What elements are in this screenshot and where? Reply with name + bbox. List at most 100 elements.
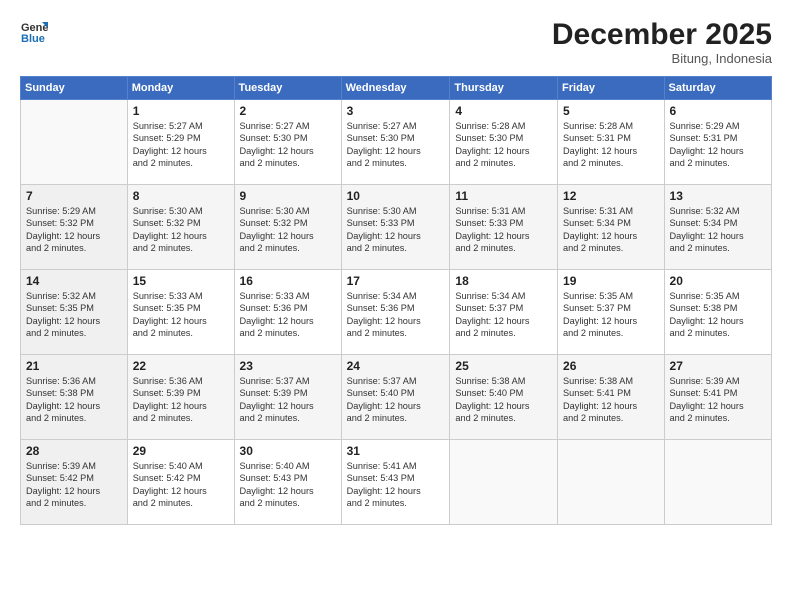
svg-text:Blue: Blue <box>21 33 45 45</box>
day-info: Sunrise: 5:31 AMSunset: 5:33 PMDaylight:… <box>455 205 552 255</box>
day-info: Sunrise: 5:32 AMSunset: 5:34 PMDaylight:… <box>670 205 766 255</box>
calendar-cell: 4 Sunrise: 5:28 AMSunset: 5:30 PMDaylight… <box>450 100 558 185</box>
calendar-table: SundayMondayTuesdayWednesdayThursdayFrid… <box>20 76 772 525</box>
calendar-cell: 10 Sunrise: 5:30 AMSunset: 5:33 PMDayligh… <box>341 185 450 270</box>
calendar-cell <box>450 440 558 525</box>
calendar-cell: 3Sunrise: 5:27 AMSunset: 5:30 PMDaylight… <box>341 100 450 185</box>
day-number: 31 <box>347 444 445 458</box>
calendar-cell: 26Sunrise: 5:38 AMSunset: 5:41 PMDayligh… <box>558 355 664 440</box>
day-number: 4 <box>455 104 552 118</box>
day-info: Sunrise: 5:36 AMSunset: 5:38 PMDaylight:… <box>26 375 122 425</box>
day-number: 15 <box>133 274 229 288</box>
calendar-cell: 23 Sunrise: 5:37 AMSunset: 5:39 PMDayligh… <box>234 355 341 440</box>
day-info: Sunrise: 5:27 AMSunset: 5:30 PMDaylight:… <box>347 120 445 170</box>
day-info: Sunrise: 5:30 AMSunset: 5:32 PMDaylight:… <box>240 205 336 255</box>
day-number: 30 <box>240 444 336 458</box>
weekday-header-monday: Monday <box>127 77 234 100</box>
calendar-cell: 17 Sunrise: 5:34 AMSunset: 5:36 PMDayligh… <box>341 270 450 355</box>
calendar-week-2: 7Sunrise: 5:29 AMSunset: 5:32 PMDaylight… <box>21 185 772 270</box>
logo-icon: General Blue <box>20 18 48 46</box>
day-info: Sunrise: 5:31 AMSunset: 5:34 PMDaylight:… <box>563 205 658 255</box>
day-info: Sunrise: 5:40 AMSunset: 5:42 PMDaylight:… <box>133 460 229 510</box>
calendar-cell: 31 Sunrise: 5:41 AMSunset: 5:43 PMDayligh… <box>341 440 450 525</box>
day-number: 11 <box>455 189 552 203</box>
calendar-cell <box>558 440 664 525</box>
weekday-header-row: SundayMondayTuesdayWednesdayThursdayFrid… <box>21 77 772 100</box>
month-title: December 2025 <box>552 18 772 51</box>
day-info: Sunrise: 5:37 AMSunset: 5:39 PMDaylight:… <box>240 375 336 425</box>
calendar-cell: 27 Sunrise: 5:39 AMSunset: 5:41 PMDayligh… <box>664 355 771 440</box>
day-info: Sunrise: 5:38 AMSunset: 5:41 PMDaylight:… <box>563 375 658 425</box>
calendar-cell <box>21 100 128 185</box>
calendar-cell: 1 Sunrise: 5:27 AMSunset: 5:29 PMDaylight… <box>127 100 234 185</box>
day-info: Sunrise: 5:27 AMSunset: 5:29 PMDaylight:… <box>133 120 229 170</box>
calendar-cell: 18 Sunrise: 5:34 AMSunset: 5:37 PMDayligh… <box>450 270 558 355</box>
day-info: Sunrise: 5:41 AMSunset: 5:43 PMDaylight:… <box>347 460 445 510</box>
day-number: 27 <box>670 359 766 373</box>
calendar-cell: 29 Sunrise: 5:40 AMSunset: 5:42 PMDayligh… <box>127 440 234 525</box>
calendar-cell: 28Sunrise: 5:39 AMSunset: 5:42 PMDayligh… <box>21 440 128 525</box>
day-number: 16 <box>240 274 336 288</box>
day-info: Sunrise: 5:35 AMSunset: 5:38 PMDaylight:… <box>670 290 766 340</box>
calendar-cell: 11 Sunrise: 5:31 AMSunset: 5:33 PMDayligh… <box>450 185 558 270</box>
page-header: General Blue December 2025 Bitung, Indon… <box>20 18 772 66</box>
day-number: 25 <box>455 359 552 373</box>
day-info: Sunrise: 5:33 AMSunset: 5:35 PMDaylight:… <box>133 290 229 340</box>
day-info: Sunrise: 5:37 AMSunset: 5:40 PMDaylight:… <box>347 375 445 425</box>
day-info: Sunrise: 5:39 AMSunset: 5:41 PMDaylight:… <box>670 375 766 425</box>
calendar-cell: 20 Sunrise: 5:35 AMSunset: 5:38 PMDayligh… <box>664 270 771 355</box>
calendar-cell: 24 Sunrise: 5:37 AMSunset: 5:40 PMDayligh… <box>341 355 450 440</box>
day-number: 10 <box>347 189 445 203</box>
day-info: Sunrise: 5:40 AMSunset: 5:43 PMDaylight:… <box>240 460 336 510</box>
calendar-cell: 8 Sunrise: 5:30 AMSunset: 5:32 PMDaylight… <box>127 185 234 270</box>
day-number: 18 <box>455 274 552 288</box>
day-info: Sunrise: 5:33 AMSunset: 5:36 PMDaylight:… <box>240 290 336 340</box>
weekday-header-tuesday: Tuesday <box>234 77 341 100</box>
weekday-header-sunday: Sunday <box>21 77 128 100</box>
weekday-header-saturday: Saturday <box>664 77 771 100</box>
day-number: 22 <box>133 359 229 373</box>
weekday-header-friday: Friday <box>558 77 664 100</box>
day-info: Sunrise: 5:28 AMSunset: 5:31 PMDaylight:… <box>563 120 658 170</box>
weekday-header-thursday: Thursday <box>450 77 558 100</box>
day-number: 24 <box>347 359 445 373</box>
day-number: 13 <box>670 189 766 203</box>
day-number: 29 <box>133 444 229 458</box>
day-info: Sunrise: 5:30 AMSunset: 5:33 PMDaylight:… <box>347 205 445 255</box>
day-number: 9 <box>240 189 336 203</box>
day-number: 19 <box>563 274 658 288</box>
weekday-header-wednesday: Wednesday <box>341 77 450 100</box>
day-number: 8 <box>133 189 229 203</box>
calendar-cell: 16 Sunrise: 5:33 AMSunset: 5:36 PMDayligh… <box>234 270 341 355</box>
day-info: Sunrise: 5:35 AMSunset: 5:37 PMDaylight:… <box>563 290 658 340</box>
day-info: Sunrise: 5:36 AMSunset: 5:39 PMDaylight:… <box>133 375 229 425</box>
day-info: Sunrise: 5:38 AMSunset: 5:40 PMDaylight:… <box>455 375 552 425</box>
day-number: 6 <box>670 104 766 118</box>
calendar-cell <box>664 440 771 525</box>
calendar-week-3: 14Sunrise: 5:32 AMSunset: 5:35 PMDayligh… <box>21 270 772 355</box>
day-info: Sunrise: 5:34 AMSunset: 5:37 PMDaylight:… <box>455 290 552 340</box>
day-info: Sunrise: 5:39 AMSunset: 5:42 PMDaylight:… <box>26 460 122 510</box>
day-number: 17 <box>347 274 445 288</box>
day-number: 12 <box>563 189 658 203</box>
calendar-cell: 6Sunrise: 5:29 AMSunset: 5:31 PMDaylight… <box>664 100 771 185</box>
day-info: Sunrise: 5:28 AMSunset: 5:30 PMDaylight:… <box>455 120 552 170</box>
calendar-cell: 12 Sunrise: 5:31 AMSunset: 5:34 PMDayligh… <box>558 185 664 270</box>
day-number: 1 <box>133 104 229 118</box>
day-info: Sunrise: 5:27 AMSunset: 5:30 PMDaylight:… <box>240 120 336 170</box>
calendar-cell: 19 Sunrise: 5:35 AMSunset: 5:37 PMDayligh… <box>558 270 664 355</box>
calendar-week-5: 28Sunrise: 5:39 AMSunset: 5:42 PMDayligh… <box>21 440 772 525</box>
calendar-cell: 7Sunrise: 5:29 AMSunset: 5:32 PMDaylight… <box>21 185 128 270</box>
day-number: 23 <box>240 359 336 373</box>
day-info: Sunrise: 5:29 AMSunset: 5:32 PMDaylight:… <box>26 205 122 255</box>
day-number: 20 <box>670 274 766 288</box>
calendar-cell: 30 Sunrise: 5:40 AMSunset: 5:43 PMDayligh… <box>234 440 341 525</box>
location: Bitung, Indonesia <box>552 51 772 66</box>
day-info: Sunrise: 5:30 AMSunset: 5:32 PMDaylight:… <box>133 205 229 255</box>
calendar-week-1: 1 Sunrise: 5:27 AMSunset: 5:29 PMDaylight… <box>21 100 772 185</box>
title-area: December 2025 Bitung, Indonesia <box>552 18 772 66</box>
day-info: Sunrise: 5:34 AMSunset: 5:36 PMDaylight:… <box>347 290 445 340</box>
calendar-cell: 14Sunrise: 5:32 AMSunset: 5:35 PMDayligh… <box>21 270 128 355</box>
logo: General Blue <box>20 18 48 46</box>
day-info: Sunrise: 5:32 AMSunset: 5:35 PMDaylight:… <box>26 290 122 340</box>
